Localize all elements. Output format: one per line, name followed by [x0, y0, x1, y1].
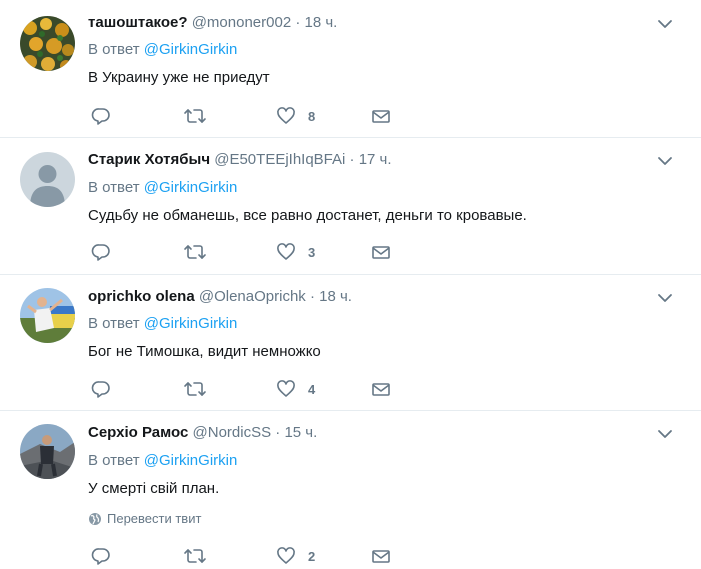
separator: ·	[349, 151, 355, 168]
heart-icon	[277, 107, 295, 124]
reply-prefix: В ответ	[88, 41, 140, 58]
user-handle[interactable]: @NordicSS	[193, 424, 272, 441]
like-button[interactable]: 4	[276, 377, 315, 401]
tweet-actions: 8	[88, 104, 408, 128]
reply-to-link[interactable]: @GirkinGirkin	[144, 452, 238, 469]
reply-icon	[91, 244, 110, 261]
separator: ·	[309, 288, 315, 305]
reply-button[interactable]	[91, 240, 111, 264]
timestamp[interactable]: 15 ч.	[284, 424, 317, 441]
avatar-image	[20, 16, 75, 71]
like-button[interactable]: 3	[276, 240, 315, 264]
direct-message-button[interactable]	[371, 377, 391, 401]
display-name[interactable]: Серхіо Рамос	[88, 424, 188, 441]
reply-to-link[interactable]: @GirkinGirkin	[144, 41, 238, 58]
tweet[interactable]: ташоштакое? @mononer002 · 18 ч. В ответ …	[0, 0, 701, 138]
envelope-icon	[372, 246, 390, 259]
default-avatar-icon	[20, 152, 75, 207]
separator: ·	[295, 14, 301, 31]
retweet-button[interactable]	[183, 377, 207, 401]
retweet-button[interactable]	[183, 240, 207, 264]
chevron-down-icon[interactable]	[657, 153, 673, 169]
display-name[interactable]: ташоштакое?	[88, 14, 188, 31]
like-count: 3	[308, 244, 316, 260]
direct-message-button[interactable]	[371, 544, 391, 568]
avatar[interactable]	[20, 152, 75, 207]
reply-prefix: В ответ	[88, 179, 140, 196]
translate-tweet-link[interactable]: Перевести твит	[88, 511, 201, 526]
tweet[interactable]: Серхіо Рамос @NordicSS · 15 ч. В ответ @…	[0, 411, 701, 569]
user-handle[interactable]: @mononer002	[192, 14, 291, 31]
reply-button[interactable]	[91, 544, 111, 568]
like-button[interactable]: 8	[276, 104, 315, 128]
retweet-icon	[184, 549, 206, 563]
retweet-icon	[184, 245, 206, 259]
display-name[interactable]: Старик Хотябыч	[88, 151, 210, 168]
like-count: 8	[308, 108, 316, 124]
reply-icon	[91, 108, 110, 125]
tweet-text: В Украину уже не приедут	[88, 69, 270, 86]
like-count: 2	[308, 548, 316, 564]
tweet-header: Старик Хотябыч @E50TEEjIhIqBFAi · 17 ч.	[88, 150, 392, 170]
tweet[interactable]: Старик Хотябыч @E50TEEjIhIqBFAi · 17 ч. …	[0, 138, 701, 275]
reply-context: В ответ @GirkinGirkin	[88, 40, 237, 60]
reply-button[interactable]	[91, 377, 111, 401]
tweet-actions: 3	[88, 240, 408, 264]
separator: ·	[275, 424, 281, 441]
avatar[interactable]	[20, 16, 75, 71]
direct-message-button[interactable]	[371, 240, 391, 264]
heart-icon	[277, 380, 295, 397]
envelope-icon	[372, 383, 390, 396]
display-name[interactable]: oprichko olena	[88, 288, 195, 305]
tweet-actions: 4	[88, 377, 408, 401]
reply-prefix: В ответ	[88, 315, 140, 332]
timestamp[interactable]: 18 ч.	[319, 288, 352, 305]
chevron-down-icon[interactable]	[657, 16, 673, 32]
chevron-down-icon[interactable]	[657, 290, 673, 306]
direct-message-button[interactable]	[371, 104, 391, 128]
like-button[interactable]: 2	[276, 544, 315, 568]
globe-icon	[89, 512, 101, 525]
reply-context: В ответ @GirkinGirkin	[88, 314, 237, 334]
envelope-icon	[372, 550, 390, 563]
heart-icon	[277, 547, 295, 564]
reply-prefix: В ответ	[88, 452, 140, 469]
reply-icon	[91, 548, 110, 565]
tweet-text: У смерті свій план.	[88, 480, 220, 497]
tweet-header: oprichko olena @OlenaOprichk · 18 ч.	[88, 287, 352, 307]
reply-to-link[interactable]: @GirkinGirkin	[144, 179, 238, 196]
retweet-button[interactable]	[183, 544, 207, 568]
reply-icon	[91, 381, 110, 398]
user-handle[interactable]: @E50TEEjIhIqBFAi	[214, 151, 345, 168]
user-handle[interactable]: @OlenaOprichk	[199, 288, 306, 305]
avatar[interactable]	[20, 424, 75, 479]
retweet-icon	[184, 382, 206, 396]
tweet-actions: 2	[88, 544, 408, 568]
heart-icon	[277, 243, 295, 260]
like-count: 4	[308, 381, 316, 397]
reply-context: В ответ @GirkinGirkin	[88, 178, 237, 198]
tweet-header: ташоштакое? @mononer002 · 18 ч.	[88, 13, 337, 33]
tweet-text: Бог не Тимошка, видит немножко	[88, 343, 321, 360]
tweet-header: Серхіо Рамос @NordicSS · 15 ч.	[88, 423, 317, 443]
reply-to-link[interactable]: @GirkinGirkin	[144, 315, 238, 332]
reply-context: В ответ @GirkinGirkin	[88, 451, 237, 471]
avatar-image	[20, 424, 75, 479]
envelope-icon	[372, 110, 390, 123]
tweet-text: Судьбу не обманешь, все равно достанет, …	[88, 207, 527, 224]
retweet-icon	[184, 109, 206, 123]
timestamp[interactable]: 18 ч.	[305, 14, 338, 31]
avatar[interactable]	[20, 288, 75, 343]
timestamp[interactable]: 17 ч.	[359, 151, 392, 168]
chevron-down-icon[interactable]	[657, 426, 673, 442]
tweet[interactable]: oprichko olena @OlenaOprichk · 18 ч. В о…	[0, 275, 701, 411]
retweet-button[interactable]	[183, 104, 207, 128]
avatar-image	[20, 288, 75, 343]
translate-label[interactable]: Перевести твит	[107, 511, 201, 526]
reply-button[interactable]	[91, 104, 111, 128]
